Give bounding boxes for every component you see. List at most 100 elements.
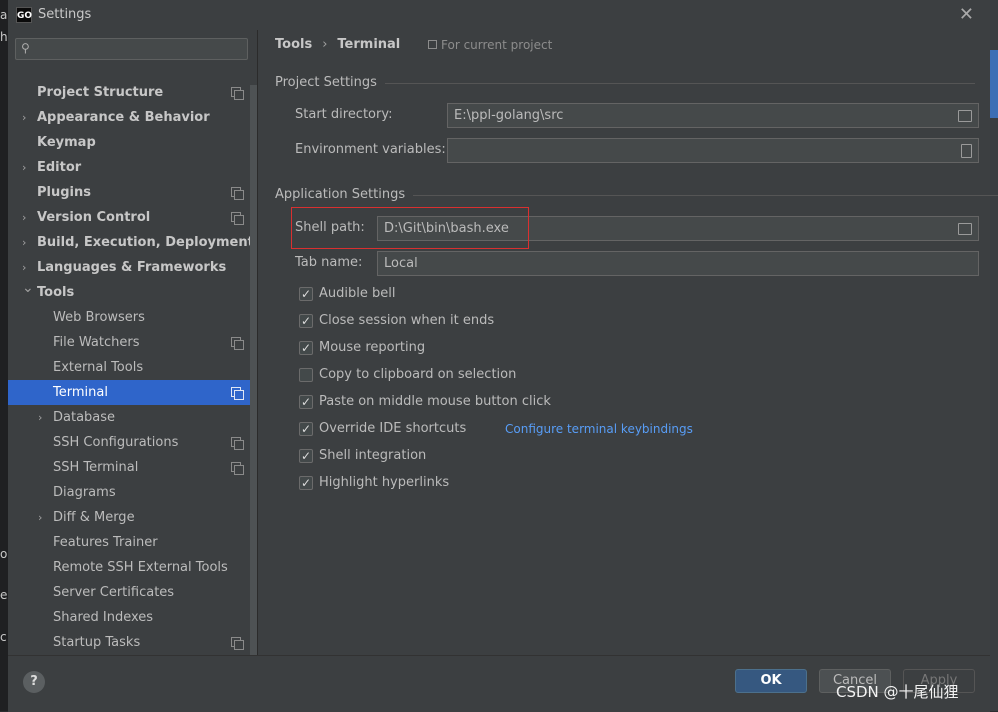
sidebar-item-terminal[interactable]: Terminal	[8, 380, 257, 405]
sidebar-item-shared-indexes[interactable]: Shared Indexes	[8, 605, 257, 630]
project-scope-icon	[231, 337, 244, 350]
chevron-right-icon[interactable]: ›	[22, 155, 26, 180]
folder-icon[interactable]	[958, 223, 972, 235]
sidebar-item-version-control[interactable]: › Version Control	[8, 205, 257, 230]
configure-keybindings-link[interactable]: Configure terminal keybindings	[505, 420, 693, 438]
sidebar-item-label: External Tools	[53, 360, 144, 375]
checkbox-label: Mouse reporting	[319, 340, 426, 355]
sidebar-item-tools[interactable]: ⌄ Tools	[8, 280, 257, 305]
sidebar-item-external-tools[interactable]: External Tools	[8, 355, 257, 380]
shell-path-highlight-box	[291, 207, 529, 249]
sidebar-item-label: Project Structure	[37, 85, 164, 100]
sidebar-item-server-certificates[interactable]: Server Certificates	[8, 580, 257, 605]
checkbox-checked-icon[interactable]	[299, 393, 313, 411]
checkbox-label: Shell integration	[319, 448, 427, 463]
project-scope-icon	[231, 387, 244, 400]
sidebar-item-diagrams[interactable]: Diagrams	[8, 480, 257, 505]
bg-fragment: c	[0, 630, 7, 644]
csdn-watermark: CSDN @十尾仙狸	[836, 683, 959, 701]
settings-search-input[interactable]: ⚲	[15, 38, 248, 60]
bg-fragment: al	[0, 8, 8, 22]
application-settings-header: Application Settings	[275, 187, 998, 202]
sidebar-item-label: Terminal	[53, 385, 108, 400]
checkbox-checked-icon[interactable]	[299, 285, 313, 303]
folder-icon[interactable]	[958, 110, 972, 122]
sidebar-item-features-trainer[interactable]: Features Trainer	[8, 530, 257, 555]
terminal-settings-panel: Tools › Terminal For current project Proje…	[258, 30, 998, 655]
project-scope-icon	[231, 437, 244, 450]
sidebar-item-editor[interactable]: › Editor	[8, 155, 257, 180]
sidebar-item-languages-frameworks[interactable]: › Languages & Frameworks	[8, 255, 257, 280]
tab-name-field[interactable]: Local	[377, 251, 979, 276]
sidebar-item-project-structure[interactable]: Project Structure	[8, 80, 257, 105]
checkbox-checked-icon[interactable]	[299, 312, 313, 330]
environment-variables-field[interactable]	[447, 138, 979, 163]
settings-dialog: GO Settings ✕ ⚲ Project Structure › Appear…	[8, 0, 998, 712]
goland-app-icon: GO	[16, 7, 32, 23]
breadcrumb: Tools › Terminal	[275, 37, 400, 52]
checkbox-label: Override IDE shortcuts	[319, 421, 467, 436]
start-directory-label: Start directory:	[295, 107, 393, 122]
project-scope-icon	[231, 212, 244, 225]
project-scope-icon	[231, 87, 244, 100]
sidebar-item-label: Keymap	[37, 135, 96, 150]
sidebar-item-appearance-behavior[interactable]: › Appearance & Behavior	[8, 105, 257, 130]
sidebar-item-label: Diff & Merge	[53, 510, 135, 525]
checkbox-checked-icon[interactable]	[299, 474, 313, 492]
sidebar-scrollbar[interactable]	[250, 85, 257, 655]
sidebar-item-file-watchers[interactable]: File Watchers	[8, 330, 257, 355]
close-icon[interactable]: ✕	[959, 4, 974, 25]
chevron-right-icon[interactable]: ›	[22, 230, 26, 255]
sidebar-item-ssh-terminal[interactable]: SSH Terminal	[8, 455, 257, 480]
tab-name-value: Local	[384, 256, 418, 271]
sidebar-item-label: Startup Tasks	[53, 635, 141, 650]
checkbox-checked-icon[interactable]	[299, 420, 313, 438]
sidebar-item-label: Web Browsers	[53, 310, 145, 325]
sidebar-item-build-execution-deployment[interactable]: › Build, Execution, Deployment	[8, 230, 257, 255]
checkbox-checked-icon[interactable]	[299, 339, 313, 357]
document-icon[interactable]	[961, 144, 972, 158]
chevron-right-icon[interactable]: ›	[22, 105, 26, 130]
sidebar-item-web-browsers[interactable]: Web Browsers	[8, 305, 257, 330]
sidebar-item-label: Remote SSH External Tools	[53, 560, 228, 575]
bg-fragment: e1	[0, 588, 8, 602]
bg-fragment: he	[0, 30, 8, 44]
checkbox-checked-icon[interactable]	[299, 447, 313, 465]
sidebar-item-database[interactable]: › Database	[8, 405, 257, 430]
project-scope-icon	[231, 637, 244, 650]
ok-button[interactable]: OK	[735, 669, 807, 693]
sidebar-item-label: Languages & Frameworks	[37, 260, 227, 275]
background-ide-strip: al he o e1 c	[0, 0, 8, 711]
project-settings-header: Project Settings	[275, 75, 975, 90]
background-ide-right	[990, 0, 998, 711]
chevron-right-icon[interactable]: ›	[22, 205, 26, 230]
sidebar-item-label: Shared Indexes	[53, 610, 154, 625]
chevron-right-icon[interactable]: ›	[38, 505, 42, 530]
chevron-down-icon[interactable]: ⌄	[22, 276, 34, 301]
checkbox-unchecked-icon[interactable]	[299, 368, 313, 382]
sidebar-item-label: Appearance & Behavior	[37, 110, 210, 125]
sidebar-item-label: SSH Configurations	[53, 435, 179, 450]
title-bar: GO Settings ✕	[8, 0, 990, 30]
scope-indicator: For current project	[428, 38, 552, 52]
sidebar-item-remote-ssh-external-tools[interactable]: Remote SSH External Tools	[8, 555, 257, 580]
sidebar-item-diff-merge[interactable]: › Diff & Merge	[8, 505, 257, 530]
checkbox-label: Close session when it ends	[319, 313, 495, 328]
sidebar-item-plugins[interactable]: Plugins	[8, 180, 257, 205]
sidebar-item-ssh-configurations[interactable]: SSH Configurations	[8, 430, 257, 455]
project-scope-icon	[231, 462, 244, 475]
environment-variables-label: Environment variables:	[295, 142, 446, 157]
project-scope-icon	[231, 187, 244, 200]
checkbox-label: Copy to clipboard on selection	[319, 367, 517, 382]
chevron-right-icon[interactable]: ›	[38, 405, 42, 430]
help-button[interactable]: ?	[23, 671, 45, 693]
settings-sidebar: ⚲ Project Structure › Appearance & Behavio…	[8, 30, 258, 655]
sidebar-item-label: Editor	[37, 160, 82, 175]
breadcrumb-parent[interactable]: Tools	[275, 37, 312, 52]
start-directory-field[interactable]: E:\ppl-golang\src	[447, 103, 979, 128]
bg-fragment: o	[0, 547, 8, 561]
background-highlight	[990, 50, 998, 118]
sidebar-item-keymap[interactable]: Keymap	[8, 130, 257, 155]
sidebar-item-startup-tasks[interactable]: Startup Tasks	[8, 630, 257, 655]
sidebar-item-label: Version Control	[37, 210, 151, 225]
